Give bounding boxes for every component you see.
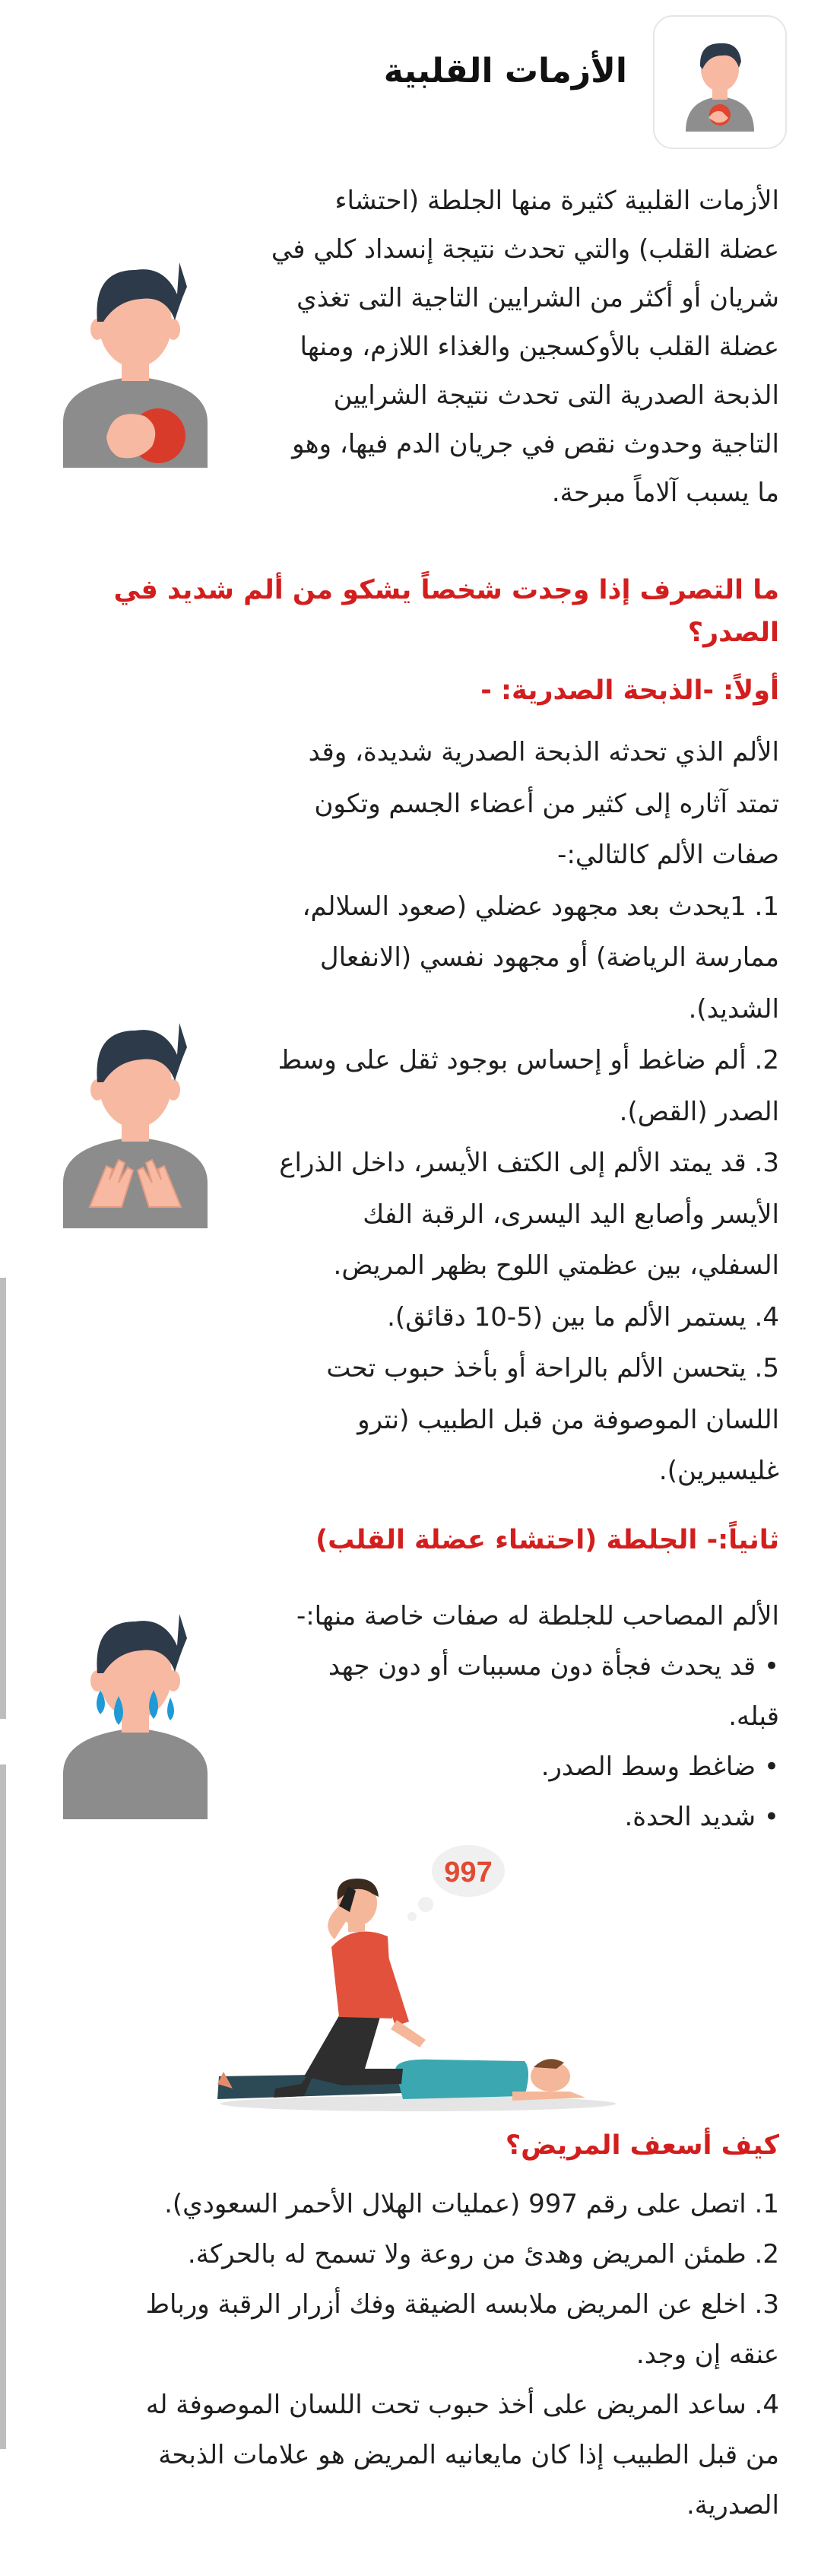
list-item: قبله.	[728, 1701, 779, 1732]
question-line: ما التصرف إذا وجدت شخصاً يشكو من ألم شدي…	[113, 575, 779, 605]
text-line: الأزمات القلبية كثيرة منها الجلطة (احتشا…	[334, 186, 779, 216]
list-item: اللسان الموصوفة من قبل الطبيب (نترو	[357, 1404, 779, 1435]
list-item: من قبل الطبيب إذا كان مايعانيه المريض هو…	[158, 2440, 779, 2470]
page-title: الأزمات القلبية	[383, 52, 627, 91]
list-item: • قد يحدث فجأة دون مسببات أو دون جهد	[328, 1651, 779, 1682]
heart-patient-icon	[653, 15, 787, 149]
list-item: ممارسة الرياضة) أو مجهود نفسي (الانفعال	[319, 942, 779, 973]
list-item: 2. طمئن المريض وهدئ من روعة ولا تسمح له …	[187, 2239, 779, 2269]
infarction-text: الألم المصاحب للجلطة له صفات خاصة منها:-…	[296, 1591, 779, 1842]
list-item: 4. يستمر الألم ما بين (5-10 دقائق).	[387, 1301, 779, 1332]
question-line: الصدر؟	[687, 618, 779, 648]
infarction-heading: ثانياً:- الجلطة (احتشاء عضلة القلب)	[315, 1525, 779, 1555]
intro-text: الأزمات القلبية كثيرة منها الجلطة (احتشا…	[271, 176, 779, 517]
list-item: السفلي، بين عظمتي اللوح بظهر المريض.	[333, 1250, 779, 1281]
list-item: • ضاغط وسط الصدر.	[540, 1752, 779, 1782]
list-item: غليسيرين).	[658, 1456, 779, 1486]
list-item: • شديد الحدة.	[624, 1802, 779, 1832]
list-item: 3. اخلع عن المريض ملابسه الضيقة وفك أزرا…	[145, 2289, 779, 2320]
list-item: الصدرية.	[686, 2490, 779, 2520]
aid-heading: كيف أسعف المريض؟	[505, 2130, 779, 2161]
list-item: 1. اتصل على رقم 997 (عمليات الهلال الأحم…	[164, 2189, 779, 2219]
hands-on-chest-figure	[59, 1008, 211, 1231]
text-line: عضلة القلب) والتي تحدث نتيجة إنسداد كلي …	[271, 234, 779, 265]
angina-heading: أولاً: -الذبحة الصدرية: -	[480, 675, 779, 706]
chest-pain-figure	[59, 247, 211, 471]
scroll-indicator-1	[0, 1278, 6, 1719]
list-item: الصدر (القص).	[619, 1096, 779, 1127]
text-line: شريان أو أكثر من الشرايين التاجية التى ت…	[296, 283, 779, 313]
cpr-illustration: 997	[205, 1841, 631, 2114]
list-item: 4. ساعد المريض على أخذ حبوب تحت اللسان ا…	[145, 2390, 779, 2420]
list-item: 1. 1يحدث بعد مجهود عضلي (صعود السلالم،	[302, 891, 779, 922]
list-item: 2. ألم ضاغط أو إحساس بوجود ثقل على وسط	[277, 1045, 779, 1075]
text-line: الذبحة الصدرية التى تحدث نتيجة الشرايين	[333, 380, 779, 411]
text-line: عضلة القلب بالأوكسجين والغذاء اللازم، وم…	[300, 332, 779, 362]
list-item: الشديد).	[688, 993, 779, 1024]
emergency-number-bubble: 997	[444, 1857, 492, 1888]
text-line: الألم المصاحب للجلطة له صفات خاصة منها:-	[296, 1601, 779, 1631]
text-line: تمتد آثاره إلى كثير من أعضاء الجسم وتكون	[314, 788, 779, 819]
text-line: ما يسبب آلاماً مبرحة.	[551, 478, 779, 508]
text-line: صفات الألم كالتالي:-	[557, 840, 779, 870]
text-line: التاجية وحدوث نقص في جريان الدم فيها، وه…	[292, 429, 779, 459]
scroll-indicator-2	[0, 1764, 6, 2449]
header: الأزمات القلبية	[34, 15, 787, 149]
list-item: 5. يتحسن الألم بالراحة أو بأخذ حبوب تحت	[326, 1353, 779, 1383]
text-line: الألم الذي تحدثه الذبحة الصدرية شديدة، و…	[308, 737, 779, 767]
sweating-patient-figure	[59, 1599, 211, 1822]
aid-text: 1. اتصل على رقم 997 (عمليات الهلال الأحم…	[146, 2179, 779, 2530]
question-heading: ما التصرف إذا وجدت شخصاً يشكو من ألم شدي…	[113, 569, 779, 654]
list-item: الأيسر وأصابع اليد اليسرى، الرقبة الفك	[363, 1199, 779, 1230]
list-item: 3. قد يمتد الألم إلى الكتف الأيسر، داخل …	[279, 1148, 779, 1178]
list-item: عنقه إن وجد.	[636, 2339, 779, 2370]
angina-text: الألم الذي تحدثه الذبحة الصدرية شديدة، و…	[278, 727, 779, 1498]
